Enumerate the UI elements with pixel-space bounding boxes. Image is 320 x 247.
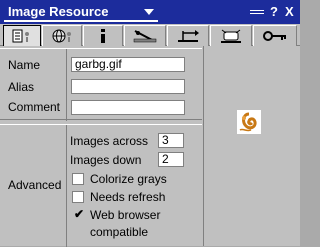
check-mark-icon: ✔ (74, 207, 85, 221)
column-divider (66, 49, 67, 121)
colorize-grays-label: Colorize grays (90, 172, 167, 186)
colorize-grays-checkbox[interactable] (72, 173, 84, 185)
images-across-field[interactable]: 3 (158, 133, 184, 148)
properties-icon (12, 29, 29, 43)
properties-panel: Name garbg.gif Alias Comment Advanced Im… (0, 46, 202, 247)
chevron-down-icon[interactable] (144, 9, 154, 15)
events-icon (221, 29, 241, 43)
tab-security[interactable] (253, 25, 297, 46)
comment-label: Comment (8, 100, 61, 114)
advanced-group: Advanced Images across 3 Images down 2 C… (0, 124, 202, 247)
alias-label: Alias (8, 80, 35, 94)
web-browser-label-line2: compatible (90, 225, 149, 239)
help-button[interactable]: ? (270, 4, 278, 19)
images-across-label: Images across (70, 134, 149, 148)
image-resource-window: Image Resource ? X Name garbg.gif Alias … (0, 0, 300, 247)
tab-events[interactable] (210, 25, 252, 46)
needs-refresh-label: Needs refresh (90, 190, 166, 204)
web-browser-label: Web browser (90, 208, 161, 222)
info-icon (101, 29, 105, 43)
tab-bar (0, 24, 300, 46)
title-bar[interactable]: Image Resource ? X (0, 0, 300, 24)
grip-icon[interactable] (250, 10, 264, 14)
advanced-label: Advanced (8, 178, 62, 192)
window-title: Image Resource (8, 4, 109, 19)
globe-icon (52, 29, 71, 43)
tab-info[interactable] (83, 25, 123, 46)
name-field[interactable]: garbg.gif (71, 57, 185, 72)
preview-panel (203, 46, 300, 246)
image-preview-icon (237, 110, 261, 134)
close-button[interactable]: X (285, 4, 294, 19)
tab-layout[interactable] (167, 25, 209, 46)
alias-field[interactable] (71, 79, 185, 94)
tools-icon (133, 30, 157, 43)
key-icon (263, 31, 286, 41)
image-thumbnail (237, 110, 261, 134)
needs-refresh-checkbox[interactable] (72, 191, 84, 203)
images-down-field[interactable]: 2 (158, 152, 184, 167)
comment-field[interactable] (71, 100, 185, 115)
layout-icon (178, 30, 199, 42)
basic-properties-group: Name garbg.gif Alias Comment (0, 48, 202, 121)
images-down-label: Images down (70, 153, 142, 167)
web-browser-checkbox[interactable]: ✔ (72, 207, 85, 221)
name-label: Name (8, 58, 41, 72)
tab-general[interactable] (3, 25, 41, 46)
column-divider (66, 125, 67, 247)
tab-web[interactable] (42, 25, 82, 46)
tab-tools[interactable] (124, 25, 166, 46)
title-underline (4, 20, 158, 22)
